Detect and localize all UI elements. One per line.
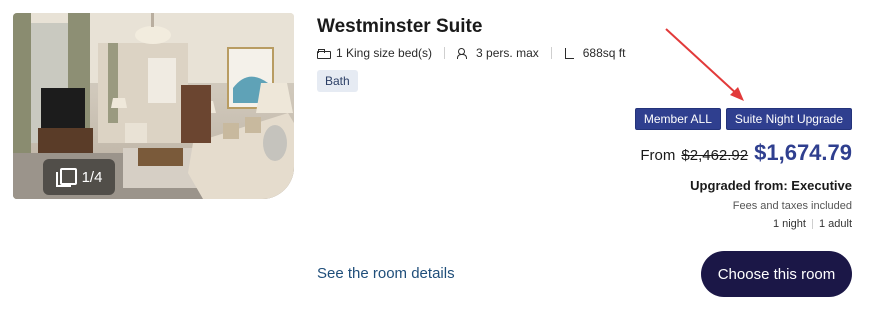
feature-area-text: 688sq ft xyxy=(582,46,626,60)
price-from-label: From xyxy=(640,147,676,164)
feature-persons: 3 pers. max xyxy=(457,46,539,60)
adults-count: 1 adult xyxy=(818,218,852,230)
price-row: From $2,462.92 $1,674.79 xyxy=(640,140,852,166)
original-price: $2,462.92 xyxy=(681,147,749,164)
feature-persons-text: 3 pers. max xyxy=(476,46,539,60)
gallery-icon xyxy=(55,168,77,187)
room-features: 1 King size bed(s) 3 pers. max 688sq ft xyxy=(317,46,625,60)
choose-room-button[interactable]: Choose this room xyxy=(701,251,852,297)
stay-summary: 1 night 1 adult xyxy=(773,218,852,230)
feature-area: 688sq ft xyxy=(564,46,626,60)
room-photo[interactable]: 1/4 xyxy=(13,13,294,199)
fees-note: Fees and taxes included xyxy=(732,200,852,212)
room-title: Westminster Suite xyxy=(317,16,483,37)
persons-icon xyxy=(457,47,470,59)
suite-upgrade-badge: Suite Night Upgrade xyxy=(725,108,852,130)
discounted-price: $1,674.79 xyxy=(754,140,852,165)
gallery-counter-text: 1/4 xyxy=(81,168,103,186)
room-details-link[interactable]: See the room details xyxy=(317,265,455,282)
rate-badges: Member ALL Suite Night Upgrade xyxy=(634,108,852,130)
stay-divider xyxy=(811,219,813,229)
arrow-annotation xyxy=(665,28,744,101)
amenity-tag: Bath xyxy=(317,70,358,92)
feature-bed-text: 1 King size bed(s) xyxy=(336,46,433,60)
feature-divider xyxy=(444,47,446,59)
bed-icon xyxy=(317,48,331,59)
gallery-counter[interactable]: 1/4 xyxy=(43,159,115,195)
member-badge: Member ALL xyxy=(634,108,721,130)
nights-count: 1 night xyxy=(772,218,806,230)
feature-divider xyxy=(550,47,552,59)
area-icon xyxy=(564,47,577,59)
feature-bed: 1 King size bed(s) xyxy=(317,46,432,60)
upgraded-from-text: Upgraded from: Executive xyxy=(690,178,852,193)
